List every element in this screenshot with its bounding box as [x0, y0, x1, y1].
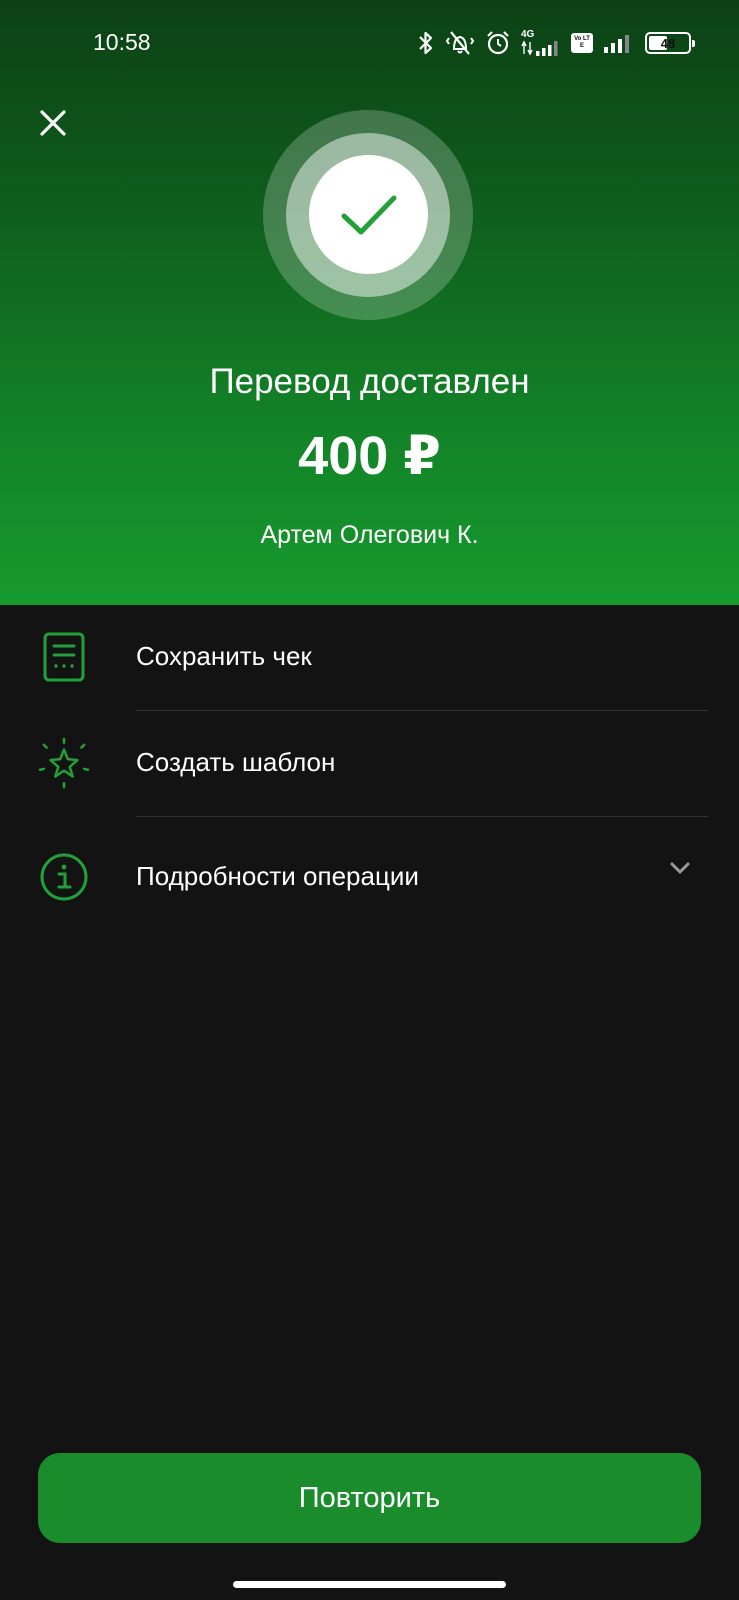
actions-list: Сохранить чек Создать шаблон Подробности… — [0, 605, 739, 923]
bluetooth-icon — [419, 31, 433, 55]
info-icon — [38, 851, 90, 903]
operation-details-item[interactable]: Подробности операции — [0, 817, 739, 923]
volte-badge: Vo LTE — [571, 33, 593, 53]
close-icon — [40, 110, 66, 136]
repeat-button[interactable]: Повторить — [38, 1453, 701, 1543]
success-badge — [309, 155, 428, 274]
chevron-down-icon[interactable] — [669, 857, 691, 879]
volte-label: Vo LTE — [574, 36, 590, 49]
save-receipt-item[interactable]: Сохранить чек — [0, 605, 739, 711]
alarm-icon — [487, 31, 509, 55]
muted-vibrate-icon — [445, 31, 475, 55]
status-icons: 4G Vo LTE 48 — [417, 28, 695, 58]
mobile-data-indicator: 4G — [521, 30, 561, 56]
receipt-icon — [38, 631, 90, 683]
close-button[interactable] — [30, 100, 76, 146]
battery-icon: 48 — [645, 32, 695, 54]
status-bar: 10:58 4G Vo LTE 48 — [0, 0, 739, 86]
signal-icon-sim1 — [521, 40, 558, 56]
status-time: 10:58 — [93, 29, 151, 55]
transfer-amount: 400 ₽ — [298, 426, 441, 486]
create-template-label: Создать шаблон — [136, 747, 336, 777]
battery-nub — [692, 40, 695, 47]
save-receipt-label: Сохранить чек — [136, 641, 312, 671]
operation-details-label: Подробности операции — [136, 861, 419, 891]
checkmark-icon — [341, 195, 396, 234]
create-template-item[interactable]: Создать шаблон — [0, 711, 739, 817]
network-type-label: 4G — [521, 29, 535, 40]
star-icon — [38, 737, 90, 789]
signal-icon-sim2 — [604, 35, 629, 53]
battery-level: 48 — [660, 35, 676, 51]
recipient-name: Артем Олегович К. — [260, 521, 479, 549]
transfer-status-title: Перевод доставлен — [209, 362, 530, 401]
home-indicator[interactable] — [233, 1581, 506, 1588]
